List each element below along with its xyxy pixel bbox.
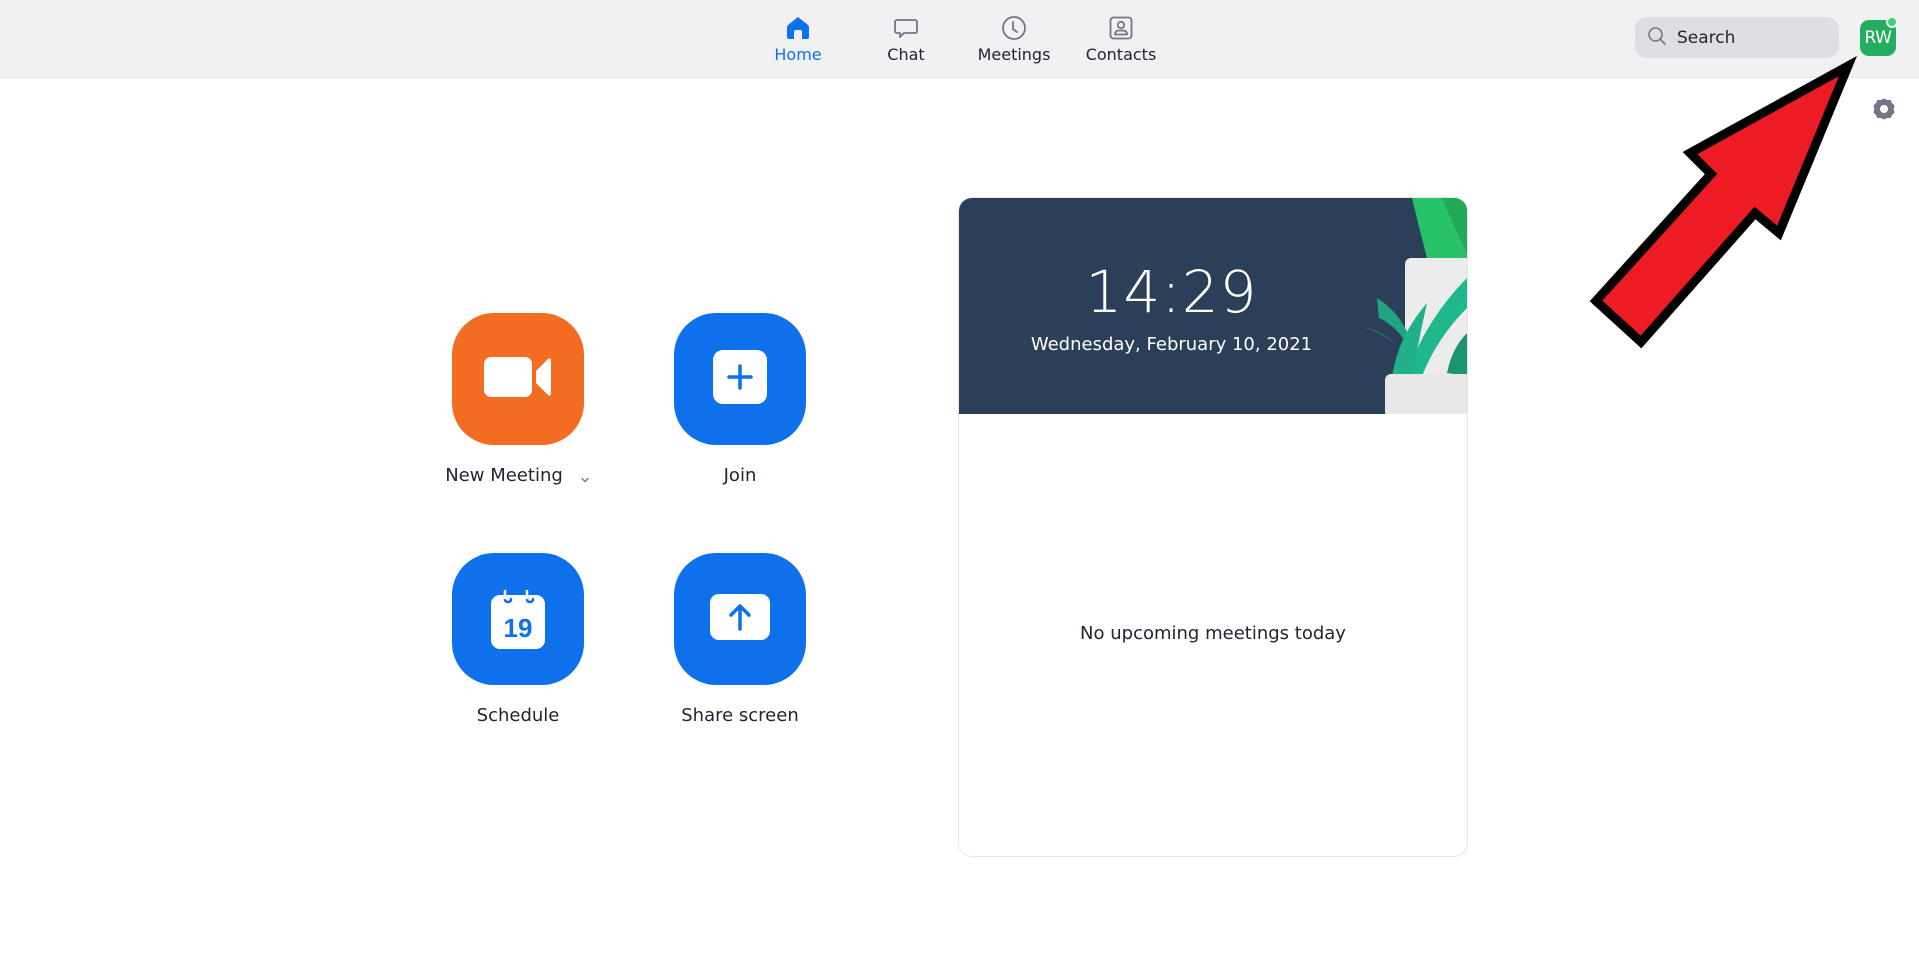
new-meeting-action: New Meeting (445, 313, 589, 486)
chevron-down-icon[interactable] (579, 470, 591, 482)
top-navigation-bar: Home Chat Meetings Contacts Search RW (0, 0, 1919, 78)
upcoming-meetings-card: 14:29 Wednesday, February 10, 2021 No up… (958, 197, 1468, 857)
schedule-button[interactable]: 19 (452, 553, 584, 685)
current-time: 14:29 (1085, 258, 1258, 326)
no-meetings-message: No upcoming meetings today (1080, 623, 1346, 644)
tab-meetings-label: Meetings (977, 45, 1051, 64)
new-meeting-button[interactable] (452, 313, 584, 445)
settings-gear-icon[interactable] (1872, 97, 1896, 121)
tab-contacts[interactable]: Contacts (1071, 14, 1171, 70)
tab-contacts-label: Contacts (1085, 45, 1157, 64)
clock-icon (1000, 14, 1028, 42)
clock-banner: 14:29 Wednesday, February 10, 2021 (959, 198, 1467, 414)
new-meeting-label: New Meeting (445, 465, 563, 486)
online-status-dot (1886, 16, 1898, 28)
search-icon (1647, 26, 1667, 50)
schedule-action: 19 Schedule (452, 553, 584, 726)
search-placeholder: Search (1677, 27, 1736, 48)
tab-meetings[interactable]: Meetings (964, 14, 1064, 70)
home-icon (784, 14, 812, 42)
share-up-arrow-icon (710, 594, 770, 644)
share-screen-button[interactable] (674, 553, 806, 685)
calendar-day-number: 19 (503, 613, 533, 643)
tab-home[interactable]: Home (748, 14, 848, 70)
search-input[interactable]: Search (1635, 17, 1839, 58)
plant-illustration (1365, 198, 1467, 414)
current-date: Wednesday, February 10, 2021 (1030, 334, 1313, 355)
join-button[interactable] (674, 313, 806, 445)
video-camera-icon (484, 355, 552, 403)
plus-icon (713, 350, 767, 408)
contacts-icon (1107, 14, 1135, 42)
join-action: Join (674, 313, 806, 486)
join-label: Join (723, 465, 757, 486)
tab-chat-label: Chat (887, 45, 925, 64)
tab-chat[interactable]: Chat (856, 14, 956, 70)
tab-home-label: Home (774, 45, 822, 64)
share-screen-action: Share screen (674, 553, 806, 726)
share-screen-label: Share screen (681, 705, 799, 726)
calendar-icon: 19 (491, 589, 545, 649)
chat-icon (892, 14, 920, 42)
schedule-label: Schedule (476, 705, 560, 726)
